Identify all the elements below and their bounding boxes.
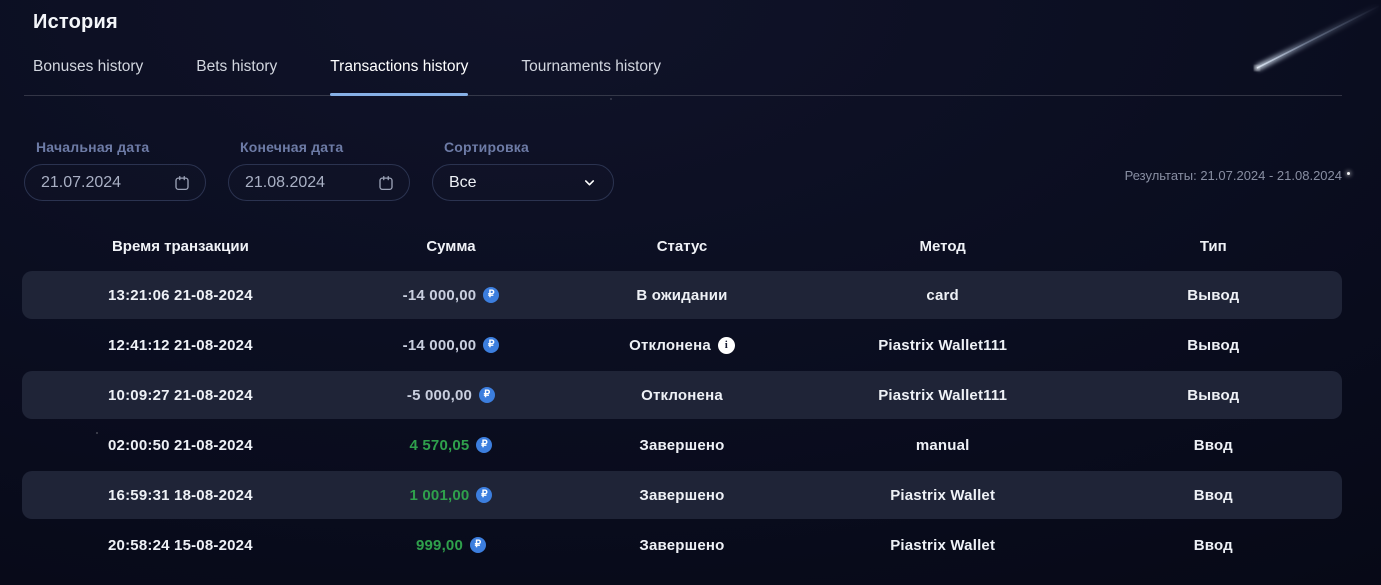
table-row: 10:09:27 21-08-2024 -5 000,00 ₽ Отклонен… bbox=[22, 371, 1342, 419]
info-icon[interactable]: i bbox=[718, 337, 735, 354]
transaction-amount: 4 570,05 bbox=[409, 437, 469, 454]
transaction-status: Завершено bbox=[639, 487, 724, 504]
end-date-input[interactable] bbox=[228, 164, 410, 201]
filters-bar: Начальная дата Конечная дата bbox=[24, 139, 1342, 201]
history-tabs: Bonuses history Bets history Transaction… bbox=[24, 58, 1342, 96]
ruble-icon: ₽ bbox=[476, 487, 492, 503]
calendar-icon[interactable] bbox=[173, 174, 191, 192]
ruble-icon: ₽ bbox=[483, 337, 499, 353]
transaction-time: 20:58:24 15-08-2024 bbox=[22, 537, 339, 554]
transaction-method: card bbox=[801, 287, 1085, 304]
chevron-down-icon bbox=[582, 175, 597, 190]
transaction-time: 02:00:50 21-08-2024 bbox=[22, 437, 339, 454]
sort-select[interactable]: Все bbox=[432, 164, 614, 201]
column-header-amount: Сумма bbox=[339, 238, 563, 255]
transaction-status: Отклонена bbox=[629, 337, 711, 354]
transaction-amount: -14 000,00 bbox=[403, 337, 477, 354]
ruble-icon: ₽ bbox=[476, 437, 492, 453]
column-header-type: Тип bbox=[1085, 238, 1342, 255]
end-date-value[interactable] bbox=[245, 174, 361, 192]
transaction-time: 12:41:12 21-08-2024 bbox=[22, 337, 339, 354]
column-header-time: Время транзакции bbox=[22, 238, 339, 255]
page-title: История bbox=[0, 0, 1381, 34]
star-decoration bbox=[610, 98, 612, 100]
star-decoration bbox=[1347, 172, 1350, 175]
end-date-filter: Конечная дата bbox=[228, 139, 410, 201]
transaction-amount: 1 001,00 bbox=[409, 487, 469, 504]
transaction-method: Piastrix Wallet bbox=[801, 487, 1085, 504]
table-row: 02:00:50 21-08-2024 4 570,05 ₽ Завершено… bbox=[22, 421, 1342, 469]
transaction-status: Завершено bbox=[639, 537, 724, 554]
table-row: 20:58:24 15-08-2024 999,00 ₽ Завершено P… bbox=[22, 521, 1342, 569]
transaction-amount: -14 000,00 bbox=[403, 287, 477, 304]
start-date-value[interactable] bbox=[41, 174, 157, 192]
transaction-type: Вывод bbox=[1085, 287, 1342, 304]
transactions-table: Время транзакции Сумма Статус Метод Тип … bbox=[22, 238, 1342, 569]
end-date-label: Конечная дата bbox=[240, 139, 410, 155]
transaction-time: 16:59:31 18-08-2024 bbox=[22, 487, 339, 504]
start-date-input[interactable] bbox=[24, 164, 206, 201]
transaction-type: Ввод bbox=[1085, 437, 1342, 454]
tab-bonuses-history[interactable]: Bonuses history bbox=[33, 58, 143, 78]
calendar-icon[interactable] bbox=[377, 174, 395, 192]
history-page: История Bonuses history Bets history Tra… bbox=[0, 0, 1381, 585]
transaction-type: Вывод bbox=[1085, 337, 1342, 354]
table-row: 16:59:31 18-08-2024 1 001,00 ₽ Завершено… bbox=[22, 471, 1342, 519]
sort-filter: Сортировка Все bbox=[432, 139, 614, 201]
transaction-method: manual bbox=[801, 437, 1085, 454]
table-body: 13:21:06 21-08-2024 -14 000,00 ₽ В ожида… bbox=[22, 271, 1342, 569]
start-date-filter: Начальная дата bbox=[24, 139, 206, 201]
sort-selected-value: Все bbox=[449, 174, 477, 192]
transaction-method: Piastrix Wallet111 bbox=[801, 387, 1085, 404]
ruble-icon: ₽ bbox=[470, 537, 486, 553]
ruble-icon: ₽ bbox=[483, 287, 499, 303]
table-row: 13:21:06 21-08-2024 -14 000,00 ₽ В ожида… bbox=[22, 271, 1342, 319]
table-row: 12:41:12 21-08-2024 -14 000,00 ₽ Отклоне… bbox=[22, 321, 1342, 369]
transaction-status: Отклонена bbox=[641, 387, 723, 404]
column-header-status: Статус bbox=[563, 238, 801, 255]
transaction-type: Вывод bbox=[1085, 387, 1342, 404]
transaction-amount: -5 000,00 bbox=[407, 387, 472, 404]
results-range: Результаты: 21.07.2024 - 21.08.2024 bbox=[1125, 168, 1342, 183]
transaction-status: В ожидании bbox=[636, 287, 727, 304]
transaction-time: 13:21:06 21-08-2024 bbox=[22, 287, 339, 304]
start-date-label: Начальная дата bbox=[36, 139, 206, 155]
tab-bets-history[interactable]: Bets history bbox=[196, 58, 277, 78]
transaction-method: Piastrix Wallet111 bbox=[801, 337, 1085, 354]
column-header-method: Метод bbox=[801, 238, 1085, 255]
transaction-status: Завершено bbox=[639, 437, 724, 454]
transaction-time: 10:09:27 21-08-2024 bbox=[22, 387, 339, 404]
tab-tournaments-history[interactable]: Tournaments history bbox=[521, 58, 661, 78]
transaction-type: Ввод bbox=[1085, 487, 1342, 504]
sort-label: Сортировка bbox=[444, 139, 614, 155]
ruble-icon: ₽ bbox=[479, 387, 495, 403]
tab-transactions-history[interactable]: Transactions history bbox=[330, 58, 468, 78]
transaction-method: Piastrix Wallet bbox=[801, 537, 1085, 554]
transaction-type: Ввод bbox=[1085, 537, 1342, 554]
table-header: Время транзакции Сумма Статус Метод Тип bbox=[22, 238, 1342, 255]
transaction-amount: 999,00 bbox=[416, 537, 463, 554]
